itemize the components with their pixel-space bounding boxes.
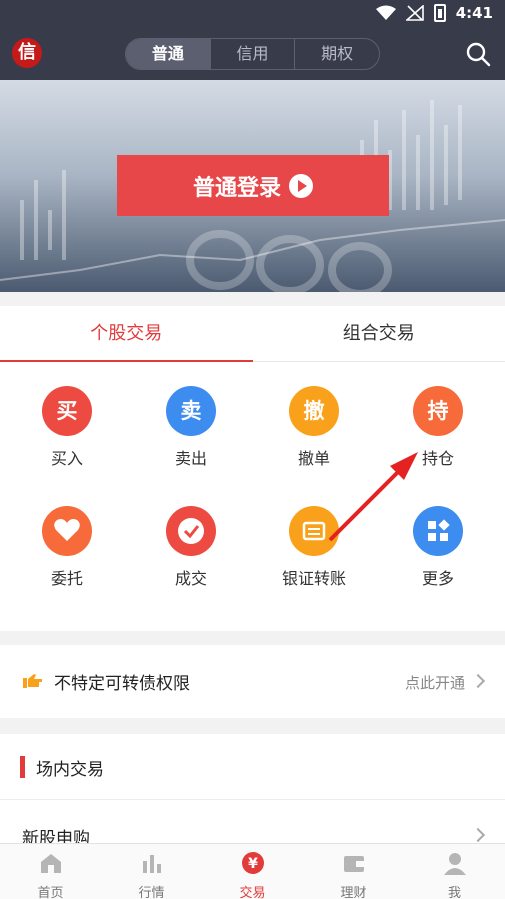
svg-text:¥: ¥ bbox=[248, 856, 258, 872]
venue-trading-section: 场内交易 新股申购 bbox=[0, 734, 505, 854]
sell-icon: 卖 bbox=[166, 386, 216, 436]
tab-me-label: 我 bbox=[447, 886, 461, 899]
tab-trade-label: 交易 bbox=[239, 886, 266, 899]
account-type-segment: 普通 信用 期权 bbox=[125, 38, 380, 70]
buy-button[interactable]: 买 买入 bbox=[22, 386, 112, 469]
wifi-icon bbox=[375, 5, 396, 20]
heart-icon bbox=[42, 506, 92, 556]
more-grid-icon bbox=[413, 506, 463, 556]
chevron-right-icon bbox=[470, 673, 486, 689]
cancel-order-button[interactable]: 撤 撤单 bbox=[269, 386, 359, 469]
trade-tabs: 个股交易 组合交易 bbox=[0, 306, 505, 362]
top-nav: 信 普通 信用 期权 bbox=[0, 28, 505, 80]
orders-button[interactable]: 委托 bbox=[22, 506, 112, 589]
cancel-order-label: 撤单 bbox=[297, 449, 330, 468]
hand-pointing-icon bbox=[23, 674, 42, 688]
more-label: 更多 bbox=[421, 569, 454, 588]
cancel-order-icon: 撤 bbox=[289, 386, 339, 436]
tab-wealth[interactable]: 理财 bbox=[303, 844, 404, 899]
orders-label: 委托 bbox=[50, 569, 83, 588]
venue-trading-header: 场内交易 bbox=[0, 734, 505, 800]
bank-transfer-icon bbox=[289, 506, 339, 556]
search-icon[interactable] bbox=[465, 41, 491, 67]
user-icon bbox=[443, 853, 466, 875]
segment-normal[interactable]: 普通 bbox=[126, 39, 211, 69]
more-button[interactable]: 更多 bbox=[393, 506, 483, 589]
sell-label: 卖出 bbox=[174, 449, 207, 468]
bank-transfer-label: 银证转账 bbox=[281, 569, 346, 588]
buy-label: 买入 bbox=[50, 449, 83, 468]
holdings-button[interactable]: 持 持仓 bbox=[393, 386, 483, 469]
section-accent-bar bbox=[20, 756, 25, 778]
holdings-icon: 持 bbox=[413, 386, 463, 436]
trade-panel: 个股交易 组合交易 买 买入 卖 卖出 撤 撤单 持 持仓 委托 成交 银证转账… bbox=[0, 306, 505, 631]
market-chart-icon bbox=[142, 855, 161, 873]
status-time: 4:41 bbox=[455, 4, 493, 22]
bottom-tab-bar: 首页 行情 ¥ 交易 理财 我 bbox=[0, 843, 505, 899]
bank-transfer-button[interactable]: 银证转账 bbox=[269, 506, 359, 589]
convertible-bond-row[interactable]: 不特定可转债权限 点此开通 bbox=[0, 645, 505, 718]
deals-label: 成交 bbox=[174, 569, 207, 588]
yuan-icon: ¥ bbox=[241, 852, 264, 874]
holdings-label: 持仓 bbox=[421, 449, 454, 468]
no-signal-icon bbox=[405, 5, 424, 21]
status-bar: 4:41 bbox=[0, 0, 505, 28]
tab-trade[interactable]: ¥ 交易 bbox=[202, 844, 303, 899]
status-icons: 4:41 bbox=[375, 4, 493, 22]
tab-home[interactable]: 首页 bbox=[0, 844, 101, 899]
deals-button[interactable]: 成交 bbox=[146, 506, 236, 589]
tab-market[interactable]: 行情 bbox=[101, 844, 202, 899]
home-icon bbox=[40, 854, 61, 873]
chevron-right-icon bbox=[470, 827, 486, 843]
tab-market-label: 行情 bbox=[138, 886, 165, 899]
convertible-bond-title: 不特定可转债权限 bbox=[54, 674, 190, 694]
tab-me[interactable]: 我 bbox=[404, 844, 505, 899]
battery-charging-icon bbox=[433, 4, 446, 22]
tab-stock-trading[interactable]: 个股交易 bbox=[0, 306, 253, 362]
play-circle-icon bbox=[289, 173, 313, 198]
segment-credit[interactable]: 信用 bbox=[211, 39, 296, 69]
tab-home-label: 首页 bbox=[37, 886, 64, 899]
app-logo: 信 bbox=[12, 38, 42, 68]
check-icon bbox=[166, 506, 216, 556]
segment-options[interactable]: 期权 bbox=[295, 39, 379, 69]
normal-login-button[interactable]: 普通登录 bbox=[117, 155, 389, 216]
sell-button[interactable]: 卖 卖出 bbox=[146, 386, 236, 469]
tab-wealth-label: 理财 bbox=[340, 886, 367, 899]
venue-trading-title: 场内交易 bbox=[36, 760, 104, 780]
open-permission-link[interactable]: 点此开通 bbox=[405, 672, 465, 693]
login-banner: 普通登录 bbox=[0, 80, 505, 292]
buy-icon: 买 bbox=[42, 386, 92, 436]
wallet-icon bbox=[343, 856, 364, 872]
tab-portfolio-trading[interactable]: 组合交易 bbox=[253, 306, 505, 361]
login-label: 普通登录 bbox=[192, 175, 281, 201]
